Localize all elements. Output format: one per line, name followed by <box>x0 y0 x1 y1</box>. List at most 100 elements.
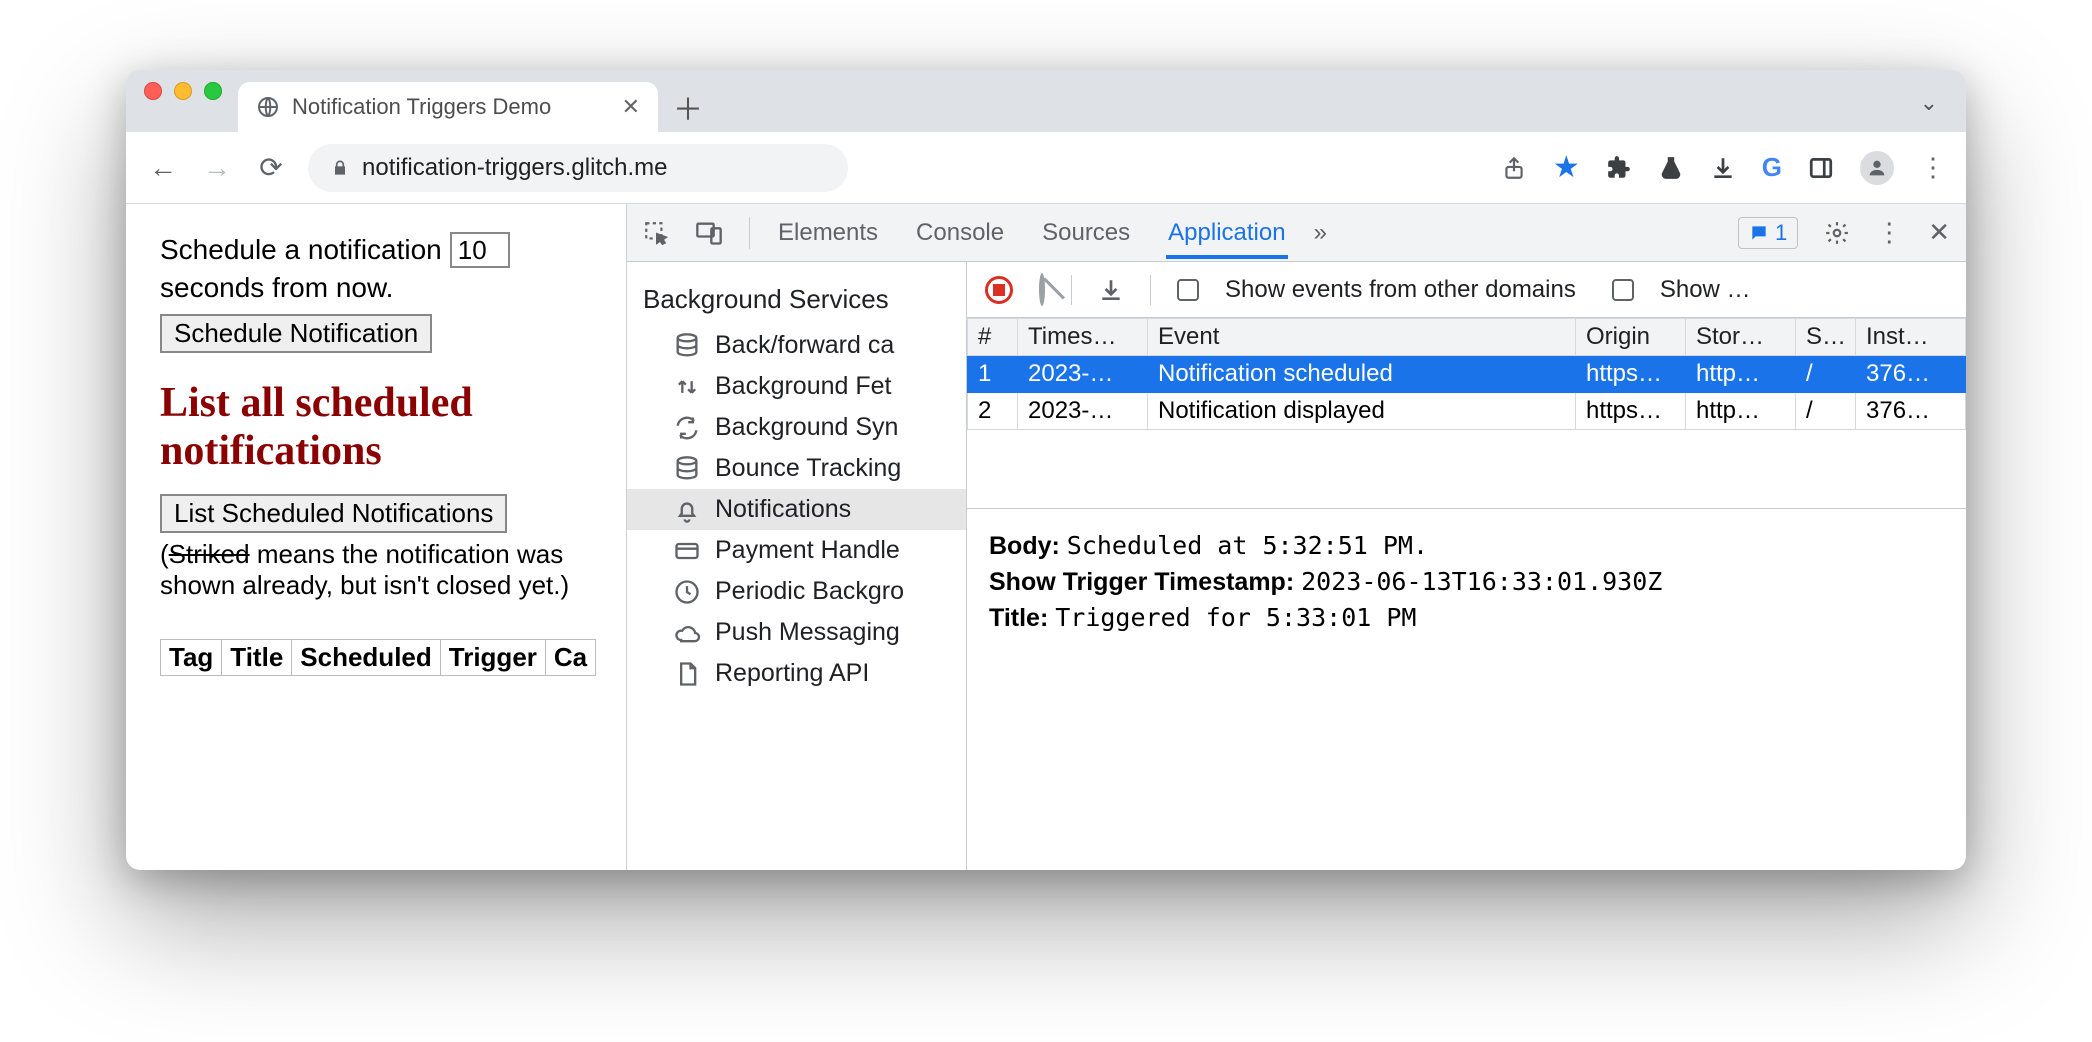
back-button[interactable]: ← <box>146 152 180 184</box>
new-tab-button[interactable]: ＋ <box>658 82 718 132</box>
labs-icon[interactable] <box>1658 155 1684 181</box>
separator <box>1071 275 1072 305</box>
tab-strip: Notification Triggers Demo ✕ ＋ ⌄ <box>126 70 1966 132</box>
list-heading: List all scheduled notifications <box>160 379 626 476</box>
reload-button[interactable]: ⟳ <box>254 151 288 184</box>
downloads-icon[interactable] <box>1710 155 1736 181</box>
sidebar-item[interactable]: Periodic Backgro <box>627 571 966 612</box>
close-tab-icon[interactable]: ✕ <box>622 94 640 120</box>
events-column-header[interactable]: Origin <box>1576 319 1686 356</box>
more-tabs-icon[interactable]: » <box>1314 219 1327 247</box>
record-button[interactable] <box>985 276 1013 304</box>
events-cell: 1 <box>968 356 1018 393</box>
show-other-label: Show events from other domains <box>1225 276 1576 304</box>
tab-application[interactable]: Application <box>1166 207 1287 259</box>
col-title: Title <box>222 639 292 675</box>
sidebar-item[interactable]: Push Messaging <box>627 612 966 653</box>
events-column-header[interactable]: # <box>968 319 1018 356</box>
sidebar-item-label: Periodic Backgro <box>715 577 904 606</box>
clear-button[interactable] <box>1039 276 1045 304</box>
devtools-close-icon[interactable]: ✕ <box>1928 217 1950 248</box>
events-cell: 2023-… <box>1018 393 1148 430</box>
events-column-header[interactable]: S… <box>1796 319 1856 356</box>
list-scheduled-button[interactable]: List Scheduled Notifications <box>160 494 507 533</box>
events-cell: 2023-… <box>1018 356 1148 393</box>
sidebar-item-label: Notifications <box>715 495 851 524</box>
lock-icon <box>330 158 350 178</box>
close-window-button[interactable] <box>144 82 162 100</box>
events-column-header[interactable]: Stor… <box>1686 319 1796 356</box>
events-table: #Times…EventOriginStor…S…Inst… 12023-…No… <box>967 318 1966 430</box>
settings-icon[interactable] <box>1824 220 1850 246</box>
sidebar-item-icon <box>673 496 701 524</box>
events-cell: http… <box>1686 393 1796 430</box>
browser-tab[interactable]: Notification Triggers Demo ✕ <box>238 82 658 132</box>
show-other-checkbox[interactable] <box>1177 279 1199 301</box>
events-cell: https… <box>1576 356 1686 393</box>
events-cell: / <box>1796 393 1856 430</box>
sidebar-item[interactable]: Back/forward ca <box>627 325 966 366</box>
sidebar-item-icon <box>673 660 701 688</box>
download-icon[interactable] <box>1098 277 1124 303</box>
show-trunc-checkbox[interactable] <box>1612 279 1634 301</box>
sidebar-item-label: Back/forward ca <box>715 331 894 360</box>
toolbar-right: ★ G ⋮ <box>1501 150 1946 185</box>
schedule-label-prefix: Schedule a notification <box>160 234 442 266</box>
tab-title: Notification Triggers Demo <box>292 94 551 120</box>
issues-badge[interactable]: 1 <box>1738 217 1798 249</box>
side-panel-icon[interactable] <box>1808 155 1834 181</box>
menu-icon[interactable]: ⋮ <box>1920 152 1946 183</box>
share-icon[interactable] <box>1501 155 1527 181</box>
devtools-sidebar: Background Services Back/forward caBackg… <box>627 262 967 870</box>
sidebar-item-icon <box>673 578 701 606</box>
events-cell: 376… <box>1856 393 1966 430</box>
sidebar-item[interactable]: Reporting API <box>627 653 966 694</box>
sidebar-item[interactable]: Background Syn <box>627 407 966 448</box>
sidebar-item[interactable]: Background Fet <box>627 366 966 407</box>
events-column-header[interactable]: Inst… <box>1856 319 1966 356</box>
seconds-input[interactable] <box>450 232 510 268</box>
issues-count: 1 <box>1775 220 1787 246</box>
bookmark-star-icon[interactable]: ★ <box>1553 150 1580 185</box>
tab-console[interactable]: Console <box>914 207 1006 259</box>
tab-elements[interactable]: Elements <box>776 207 880 259</box>
profile-avatar[interactable] <box>1860 151 1894 185</box>
schedule-notification-button[interactable]: Schedule Notification <box>160 314 432 353</box>
events-cell: Notification displayed <box>1148 393 1576 430</box>
sidebar-item[interactable]: Notifications <box>627 489 966 530</box>
sidebar-item-icon <box>673 537 701 565</box>
events-row[interactable]: 22023-…Notification displayedhttps…http…… <box>968 393 1966 430</box>
device-toggle-icon[interactable] <box>695 219 723 247</box>
sidebar-item[interactable]: Bounce Tracking <box>627 448 966 489</box>
events-cell: http… <box>1686 356 1796 393</box>
devtools-tabbar: Elements Console Sources Application » 1 <box>627 204 1966 262</box>
detail-title-value: Triggered for 5:33:01 PM <box>1055 603 1416 632</box>
detail-body-label: Body: <box>989 532 1060 560</box>
sidebar-item-icon <box>673 373 701 401</box>
events-row[interactable]: 12023-…Notification scheduledhttps…http…… <box>968 356 1966 393</box>
globe-icon <box>256 95 280 119</box>
inspect-icon[interactable] <box>643 220 669 246</box>
detail-body-value: Scheduled at 5:32:51 PM. <box>1067 531 1428 560</box>
devtools-menu-icon[interactable]: ⋮ <box>1876 217 1902 248</box>
tabs-chevron-icon[interactable]: ⌄ <box>1920 90 1958 132</box>
google-icon[interactable]: G <box>1762 152 1782 183</box>
col-tag: Tag <box>161 639 222 675</box>
browser-window: Notification Triggers Demo ✕ ＋ ⌄ ← → ⟳ n… <box>126 70 1966 870</box>
minimize-window-button[interactable] <box>174 82 192 100</box>
extensions-icon[interactable] <box>1606 155 1632 181</box>
schedule-label-suffix: seconds from now. <box>160 272 626 304</box>
detail-ts-label: Show Trigger Timestamp: <box>989 568 1294 596</box>
sidebar-item-icon <box>673 332 701 360</box>
page-content: Schedule a notification seconds from now… <box>126 204 626 870</box>
col-trigger: Trigger <box>440 639 545 675</box>
events-column-header[interactable]: Times… <box>1018 319 1148 356</box>
sidebar-item[interactable]: Payment Handle <box>627 530 966 571</box>
tab-sources[interactable]: Sources <box>1040 207 1132 259</box>
maximize-window-button[interactable] <box>204 82 222 100</box>
sidebar-item-label: Reporting API <box>715 659 869 688</box>
events-column-header[interactable]: Event <box>1148 319 1576 356</box>
sidebar-item-icon <box>673 619 701 647</box>
address-bar[interactable]: notification-triggers.glitch.me <box>308 144 848 192</box>
forward-button[interactable]: → <box>200 152 234 184</box>
